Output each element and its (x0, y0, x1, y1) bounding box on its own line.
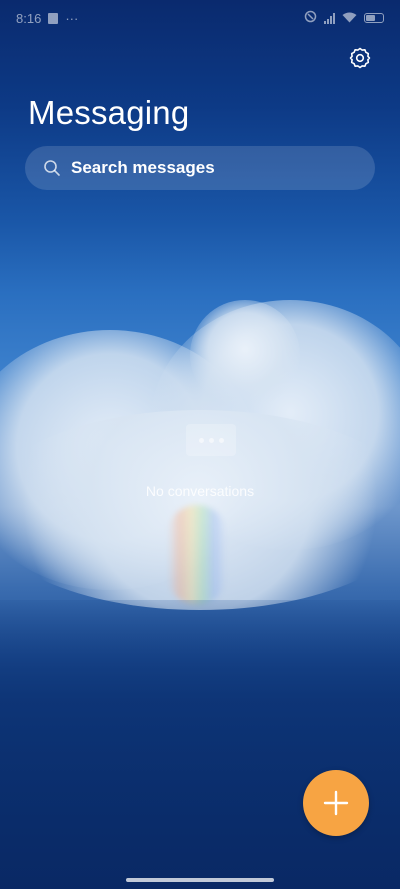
settings-button[interactable] (344, 42, 376, 74)
status-bar: 8:16 ··· (0, 0, 400, 36)
messaging-screen: 8:16 ··· Messaging Search messages No co… (0, 0, 400, 889)
gear-icon (348, 46, 372, 70)
status-time: 8:16 (16, 10, 42, 26)
wifi-icon (342, 11, 357, 26)
status-more-dots: ··· (65, 10, 79, 26)
sea-decoration (0, 600, 400, 889)
plus-icon (323, 790, 349, 816)
search-icon (43, 159, 61, 177)
chat-dots-icon (186, 424, 236, 456)
notification-square-icon (48, 12, 59, 24)
search-input[interactable]: Search messages (25, 146, 375, 190)
battery-icon (364, 13, 384, 23)
new-conversation-button[interactable] (303, 770, 369, 836)
cloud-decoration (190, 300, 300, 410)
signal-icon (324, 12, 335, 24)
nfc-icon (304, 10, 317, 26)
gesture-navigation-bar[interactable] (126, 878, 274, 882)
search-placeholder: Search messages (71, 158, 215, 177)
rainbow-decoration (168, 505, 226, 605)
page-title: Messaging (28, 94, 190, 131)
empty-state-text: No conversations (145, 483, 255, 499)
